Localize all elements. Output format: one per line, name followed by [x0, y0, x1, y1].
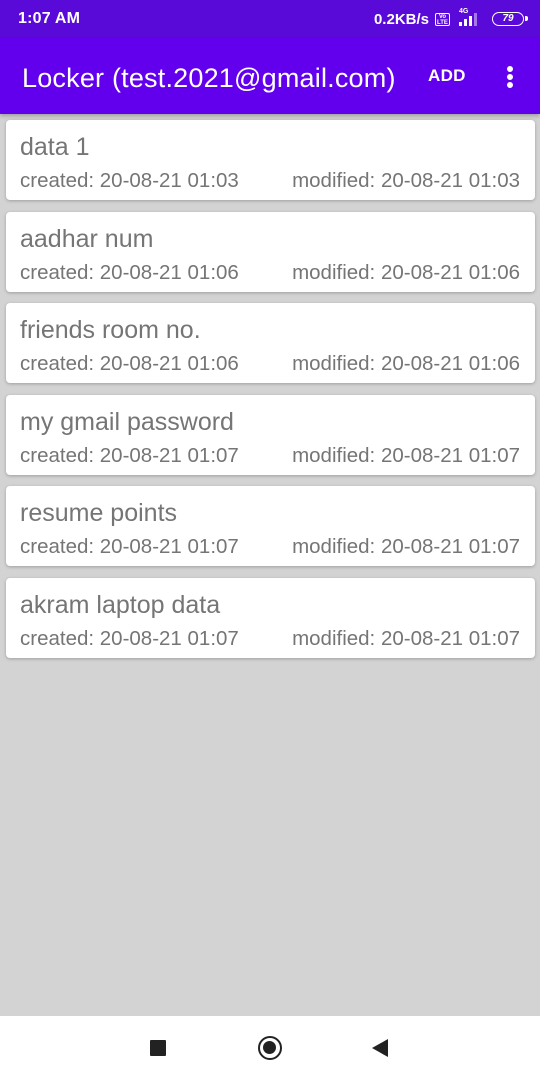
note-modified: modified: 20-08-21 01:06	[292, 260, 520, 284]
note-card[interactable]: akram laptop data created: 20-08-21 01:0…	[6, 577, 535, 658]
signal-icon: 4G	[456, 8, 482, 27]
triangle-back-icon[interactable]	[372, 1039, 388, 1057]
circle-icon[interactable]	[258, 1036, 282, 1060]
note-created: created: 20-08-21 01:07	[20, 443, 239, 467]
note-modified: modified: 20-08-21 01:03	[292, 169, 520, 192]
note-card[interactable]: friends room no. created: 20-08-21 01:06…	[6, 303, 535, 384]
note-title: friends room no.	[20, 316, 201, 345]
volte-icon: Vo LTE	[435, 12, 450, 26]
note-created: created: 20-08-21 01:07	[20, 535, 239, 559]
add-button[interactable]: ADD	[428, 66, 466, 86]
note-created: created: 20-08-21 01:07	[20, 626, 239, 650]
app-title: Locker (test.2021@gmail.com)	[22, 63, 396, 93]
note-title: akram laptop data	[20, 590, 221, 619]
status-time: 1:07 AM	[18, 10, 81, 27]
menu-dot	[507, 66, 513, 72]
signal-bar	[464, 19, 467, 26]
network-speed: 0.2KB/s	[373, 10, 429, 28]
signal-bar	[459, 22, 462, 26]
note-card[interactable]: data 1 created: 20-08-21 01:03 modified:…	[6, 120, 535, 200]
menu-dot	[507, 82, 513, 88]
note-modified: modified: 20-08-21 01:07	[292, 443, 520, 467]
note-list: data 1 created: 20-08-21 01:03 modified:…	[6, 120, 535, 670]
signal-bar	[469, 16, 472, 26]
note-created: created: 20-08-21 01:03	[20, 169, 239, 192]
app-bar: Locker (test.2021@gmail.com) ADD	[0, 38, 540, 114]
square-icon[interactable]	[150, 1040, 166, 1056]
note-card[interactable]: resume points created: 20-08-21 01:07 mo…	[6, 486, 535, 567]
note-title: data 1	[20, 133, 90, 161]
note-card[interactable]: aadhar num created: 20-08-21 01:06 modif…	[6, 211, 535, 292]
status-indicators: 0.2KB/s Vo LTE 4G 79	[373, 8, 528, 28]
more-vert-icon[interactable]	[498, 62, 522, 92]
note-modified: modified: 20-08-21 01:07	[292, 535, 520, 559]
signal-bar	[474, 13, 477, 26]
note-title: aadhar num	[20, 224, 154, 253]
note-created: created: 20-08-21 01:06	[20, 260, 239, 284]
note-title: resume points	[20, 499, 178, 528]
menu-dot	[507, 74, 513, 80]
note-modified: modified: 20-08-21 01:07	[292, 626, 520, 650]
note-title: my gmail password	[20, 407, 234, 436]
battery-icon: 79	[492, 12, 528, 26]
network-type: 4G	[459, 8, 469, 15]
note-modified: modified: 20-08-21 01:06	[292, 352, 520, 376]
note-created: created: 20-08-21 01:06	[20, 352, 239, 376]
navigation-bar	[0, 1016, 540, 1080]
status-bar: 1:07 AM 0.2KB/s Vo LTE 4G 79	[0, 0, 540, 38]
note-card[interactable]: my gmail password created: 20-08-21 01:0…	[6, 394, 535, 475]
